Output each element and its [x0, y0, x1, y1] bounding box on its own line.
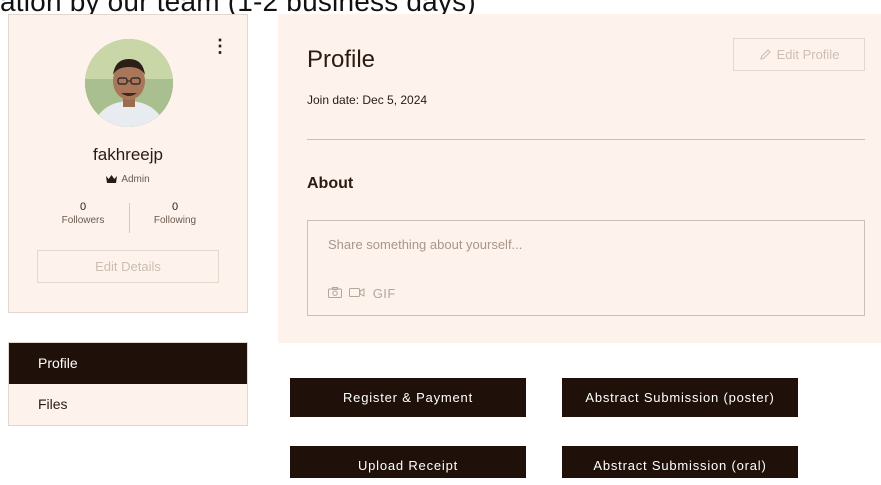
- profile-card: ⋮ fakhreejp Admin 0 Followers 0 Followin…: [8, 14, 248, 313]
- composer-toolbar: GIF: [328, 286, 400, 301]
- gif-button[interactable]: GIF: [373, 286, 396, 301]
- nav-item-profile[interactable]: Profile: [9, 343, 247, 384]
- crown-icon: [106, 175, 118, 186]
- avatar-image: [85, 39, 173, 127]
- follow-stats: 0 Followers 0 Following: [37, 201, 221, 235]
- following-count: 0: [171, 201, 179, 213]
- join-date: Join date: Dec 5, 2024: [307, 93, 428, 107]
- abstract-poster-button[interactable]: Abstract Submission (poster): [562, 378, 798, 417]
- edit-details-button[interactable]: Edit Details: [37, 250, 219, 283]
- upload-receipt-button[interactable]: Upload Receipt: [290, 446, 526, 478]
- nav-item-files[interactable]: Files: [9, 384, 247, 425]
- following-label: Following: [153, 215, 197, 226]
- avatar[interactable]: [85, 39, 173, 127]
- pencil-icon: [759, 41, 772, 72]
- abstract-oral-button[interactable]: Abstract Submission (oral): [562, 446, 798, 478]
- followers-count: 0: [79, 201, 87, 213]
- kebab-icon[interactable]: ⋮: [211, 37, 229, 55]
- page-title: Profile: [307, 46, 376, 73]
- username: fakhreejp: [93, 145, 163, 164]
- about-heading: About: [307, 175, 354, 192]
- role-badge: Admin: [9, 174, 247, 186]
- divider: [307, 139, 865, 140]
- followers-stat[interactable]: 0 Followers: [37, 201, 129, 226]
- register-payment-button[interactable]: Register & Payment: [290, 378, 526, 417]
- following-stat[interactable]: 0 Following: [129, 201, 221, 226]
- composer-placeholder: Share something about yourself...: [328, 237, 523, 252]
- profile-panel: Profile Join date: Dec 5, 2024 Edit Prof…: [278, 14, 881, 343]
- followers-label: Followers: [61, 215, 105, 226]
- role-label: Admin: [121, 174, 150, 185]
- edit-profile-button[interactable]: Edit Profile: [733, 38, 865, 71]
- edit-profile-label: Edit Profile: [776, 47, 840, 62]
- about-composer[interactable]: Share something about yourself... GIF: [307, 220, 865, 316]
- video-icon[interactable]: [349, 287, 365, 301]
- camera-icon[interactable]: [328, 286, 342, 301]
- profile-nav: Profile Files: [8, 342, 248, 426]
